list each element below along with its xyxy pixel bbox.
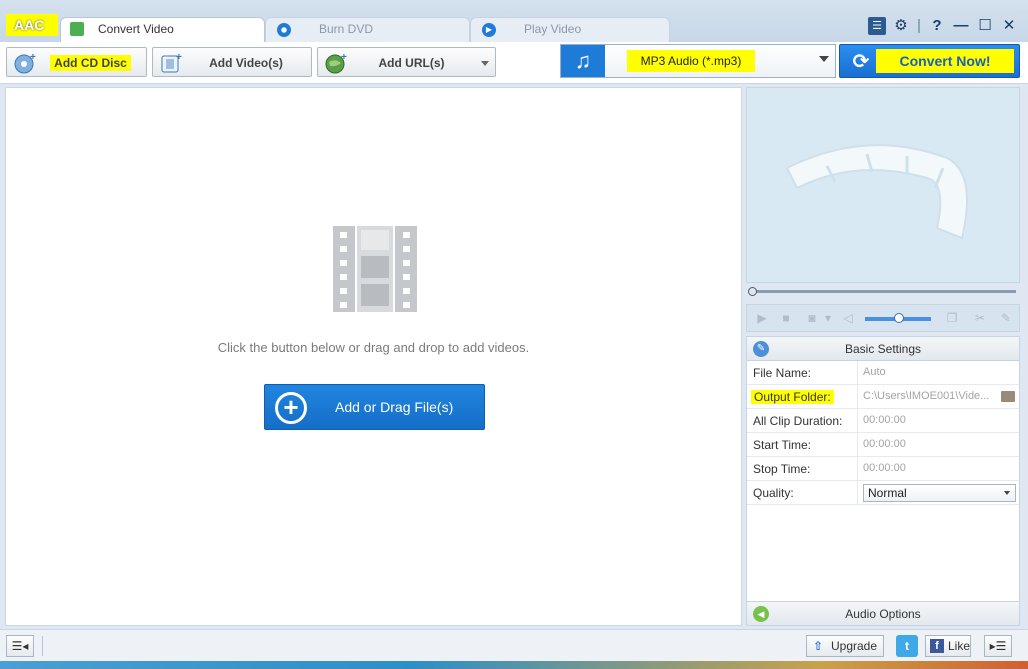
chevron-down-icon[interactable] <box>819 56 829 62</box>
minimize-button[interactable]: — <box>952 17 970 35</box>
close-button[interactable]: ✕ <box>1000 17 1018 35</box>
convert-icon <box>70 22 84 36</box>
wrench-icon[interactable]: ✎ <box>999 311 1013 325</box>
add-video-button[interactable]: + Add Video(s) <box>152 47 312 77</box>
tab-convert-video[interactable]: Convert Video <box>60 17 265 42</box>
row-start-time: Start Time: 00:00:00 <box>747 433 1019 457</box>
title-bar: AAC Convert Video Burn DVD ▶ Play Video … <box>0 0 1028 42</box>
row-quality: Quality: Normal <box>747 481 1019 505</box>
volume-handle[interactable] <box>894 313 904 323</box>
quality-value: Normal <box>868 486 907 500</box>
toggle-right-panel-icon[interactable]: ▸☰ <box>984 635 1012 657</box>
twitter-icon[interactable]: t <box>896 635 918 657</box>
add-url-label: Add URL(s) <box>378 56 445 70</box>
gear-icon[interactable]: ⚙ <box>892 17 910 35</box>
help-button[interactable]: ? <box>928 17 946 35</box>
row-output-folder: Output Folder: C:\Users\IMOE001\Vide... <box>747 385 1019 409</box>
add-url-button[interactable]: + Add URL(s) <box>317 47 496 77</box>
seek-slider[interactable] <box>746 286 1020 298</box>
facebook-like-button[interactable]: f Like <box>925 635 971 657</box>
start-time-label: Start Time: <box>753 438 812 452</box>
like-label: Like <box>948 639 971 653</box>
stop-time-value[interactable]: 00:00:00 <box>863 462 999 474</box>
seek-handle[interactable] <box>748 287 757 296</box>
convert-now-button[interactable]: ⟳ Convert Now! <box>839 44 1020 78</box>
convert-now-label: Convert Now! <box>876 49 1014 73</box>
chevron-down-icon <box>1004 491 1010 495</box>
toggle-left-panel-icon[interactable]: ☰◂ <box>6 635 34 657</box>
separator: | <box>916 17 922 34</box>
quality-select[interactable]: Normal <box>863 484 1016 502</box>
output-format-label: MP3 Audio (*.mp3) <box>627 50 755 72</box>
upgrade-button[interactable]: ⇧ Upgrade <box>806 635 884 657</box>
drop-hint-text: Click the button below or drag and drop … <box>217 340 530 355</box>
facebook-icon: f <box>930 639 944 653</box>
file-drop-area[interactable]: Click the button below or drag and drop … <box>5 87 742 626</box>
output-format-select[interactable]: ♫ MP3 Audio (*.mp3) <box>560 44 836 78</box>
row-file-name: File Name: Auto <box>747 361 1019 385</box>
audio-options-title: Audio Options <box>845 607 921 621</box>
file-name-label: File Name: <box>753 366 812 380</box>
maximize-button[interactable]: ☐ <box>976 17 994 35</box>
row-stop-time: Stop Time: 00:00:00 <box>747 457 1019 481</box>
stop-icon[interactable]: ■ <box>779 311 793 325</box>
window-controls: ☰ ⚙ | ? — ☐ ✕ <box>868 16 1018 36</box>
volume-icon[interactable]: ◁ <box>841 311 855 325</box>
app-logo: AAC <box>6 14 58 36</box>
add-cd-disc-button[interactable]: + Add CD Disc <box>6 47 147 77</box>
upload-arrow-icon: ⇧ <box>813 639 824 653</box>
film-strip-icon <box>333 226 417 312</box>
status-bar: ☰◂ ⇧ Upgrade t f Like ▸☰ <box>0 629 1028 661</box>
add-video-label: Add Video(s) <box>209 56 283 70</box>
film-add-icon: + <box>161 52 182 73</box>
chevron-down-icon[interactable] <box>481 61 489 66</box>
music-note-icon: ♫ <box>561 45 605 77</box>
plus-circle-icon: + <box>275 392 307 424</box>
tab-burn-dvd[interactable]: Burn DVD <box>265 17 470 42</box>
file-name-value[interactable]: Auto <box>863 366 999 378</box>
add-or-drag-files-button[interactable]: + Add or Drag File(s) <box>264 384 485 430</box>
stop-time-label: Stop Time: <box>753 462 811 476</box>
scissors-icon[interactable]: ✂ <box>973 311 987 325</box>
app-window: AAC Convert Video Burn DVD ▶ Play Video … <box>0 0 1028 669</box>
cd-icon: + <box>14 52 36 74</box>
copy-icon[interactable]: ❐ <box>945 311 959 325</box>
refresh-icon: ⟳ <box>852 51 870 73</box>
start-time-value[interactable]: 00:00:00 <box>863 438 999 450</box>
output-folder-value[interactable]: C:\Users\IMOE001\Vide... <box>863 390 997 402</box>
player-controls: ▶ ■ ◙ ▾ ◁ ❐ ✂ ✎ <box>746 304 1020 332</box>
basic-settings-title: Basic Settings <box>844 342 922 356</box>
camera-icon[interactable]: ◙ <box>805 311 819 325</box>
output-folder-label: Output Folder: <box>751 390 834 404</box>
desktop-taskbar-strip <box>0 661 1028 669</box>
basic-settings-header[interactable]: ✎ Basic Settings <box>747 337 1019 361</box>
folder-icon[interactable] <box>1001 391 1015 402</box>
video-preview <box>746 87 1020 283</box>
upgrade-label: Upgrade <box>831 639 878 653</box>
divider <box>42 636 43 656</box>
film-reel-graphic <box>785 144 968 240</box>
add-cd-label: Add CD Disc <box>50 55 131 71</box>
quality-label: Quality: <box>753 486 794 500</box>
add-files-label: Add or Drag File(s) <box>335 399 454 415</box>
disc-icon <box>277 23 291 37</box>
audio-options-header[interactable]: ◀ Audio Options <box>747 601 1019 625</box>
play-icon[interactable]: ▶ <box>755 311 769 325</box>
play-icon: ▶ <box>482 23 496 37</box>
all-clip-duration-label: All Clip Duration: <box>753 414 843 428</box>
row-all-clip-duration: All Clip Duration: 00:00:00 <box>747 409 1019 433</box>
settings-panel: ✎ Basic Settings File Name: Auto Output … <box>746 336 1020 626</box>
all-clip-duration-value[interactable]: 00:00:00 <box>863 414 999 426</box>
tab-play-video[interactable]: ▶ Play Video <box>470 17 670 42</box>
chevron-down-icon[interactable]: ▾ <box>823 311 833 325</box>
list-icon[interactable]: ☰ <box>868 17 886 35</box>
